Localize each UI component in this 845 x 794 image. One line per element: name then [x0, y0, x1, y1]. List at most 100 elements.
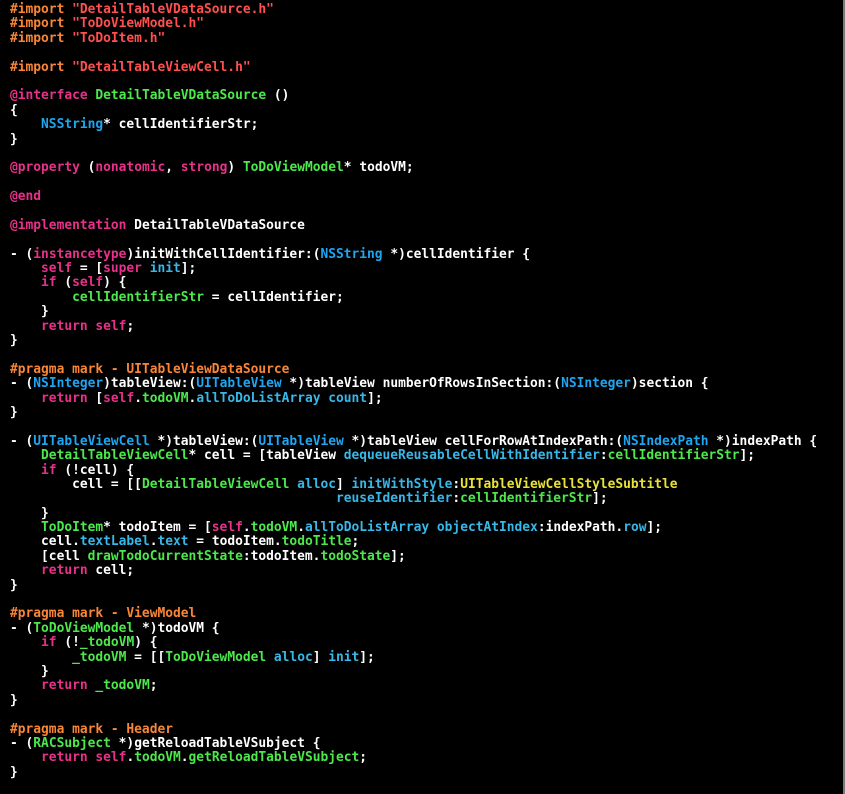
- code-token-class: ToDoViewModel: [165, 649, 267, 665]
- code-token-string: "DetailTableViewCell.h": [72, 59, 251, 75]
- code-token-method: row: [623, 520, 647, 536]
- code-token-type: UITableView: [196, 376, 282, 392]
- code-token-type: NSString: [320, 246, 383, 262]
- code-line: return self.todoVM.getReloadTableVSubjec…: [10, 751, 817, 765]
- code-token-plain: :indexPath.: [537, 520, 624, 536]
- code-token-keyword: self: [72, 275, 104, 291]
- code-token-plain: *)cellIdentifier {: [382, 246, 531, 262]
- code-line: return self;: [10, 318, 817, 334]
- code-line: }: [10, 664, 817, 679]
- code-token-member: drawTodoCurrentState: [87, 548, 243, 564]
- code-token-plain: .: [180, 750, 189, 766]
- code-line: _todoVM = [[ToDoViewModel alloc] init];: [10, 649, 817, 665]
- code-token-plain: *)todoVM {: [134, 620, 220, 636]
- code-token-class: ToDoItem: [41, 520, 104, 536]
- code-editor[interactable]: #import "DetailTableVDataSource.h" #impor…: [0, 0, 845, 794]
- code-token-pragma: #pragma mark - UITableViewDataSource: [10, 361, 290, 377]
- code-token-plain: }: [10, 692, 18, 708]
- code-token-plain: ;: [126, 318, 135, 334]
- code-token-plain: * todoVM;: [343, 160, 414, 176]
- code-token-plain: cell.: [10, 534, 80, 550]
- code-line: }: [10, 692, 817, 708]
- code-token-plain: = [[: [126, 649, 166, 665]
- code-token-plain: ];: [367, 390, 383, 406]
- code-token-class: ToDoViewModel: [242, 160, 344, 176]
- code-token-member: todoTitle: [281, 534, 352, 550]
- code-token-plain: }: [10, 304, 49, 320]
- code-line: self = [super init];: [10, 261, 817, 277]
- code-token-directive: #import: [10, 30, 73, 46]
- code-token-method: textLabel: [79, 534, 150, 550]
- code-token-type: NSInteger: [561, 376, 631, 392]
- code-token-method: reuseIdentifier: [335, 491, 453, 507]
- code-line: return _todoVM;: [10, 679, 817, 693]
- code-token-keyword: return: [41, 750, 88, 766]
- code-line: - (UITableViewCell *)tableView:(UITableV…: [10, 433, 817, 449]
- code-line: if (!cell) {: [10, 462, 817, 478]
- code-token-plain: }: [10, 505, 49, 521]
- code-line: #import "ToDoItem.h": [10, 30, 817, 46]
- code-token-directive: #import: [10, 2, 73, 17]
- code-token-keyword: self: [41, 261, 73, 277]
- code-token-method: alloc: [297, 476, 336, 492]
- code-token-method: initWithStyle: [351, 476, 453, 492]
- code-token-member: todoVM: [141, 390, 189, 406]
- code-token-keyword: return: [41, 390, 88, 406]
- code-line: - (RACSubject *)getReloadTableVSubject {: [10, 736, 817, 751]
- code-token-directive: #import: [10, 59, 73, 75]
- code-token-keyword: @end: [10, 189, 42, 205]
- code-token-string: "DetailTableVDataSource.h": [72, 2, 274, 17]
- code-token-keyword: self: [211, 520, 243, 536]
- code-line: if (self) {: [10, 276, 817, 290]
- code-token-plain: *)tableView cellForRowAtIndexPath:(: [343, 433, 624, 449]
- code-token-plain: = cellIdentifier;: [204, 289, 344, 305]
- code-line: }: [10, 132, 817, 147]
- code-token-plain: *)tableView:(: [149, 433, 259, 449]
- code-line: - (NSInteger)tableView:(UITableView *)ta…: [10, 376, 817, 392]
- code-line: DetailTableViewCell* cell = [tableView d…: [10, 448, 817, 464]
- code-token-type: UITableViewCell: [33, 433, 150, 449]
- code-token-pragma: #pragma mark - Header: [10, 721, 173, 737]
- code-token-type: NSInteger: [33, 376, 104, 392]
- code-token-plain: (!cell) {: [56, 462, 135, 478]
- code-token-plain: :: [599, 448, 608, 464]
- code-token-plain: cell;: [87, 563, 135, 579]
- code-token-keyword: self: [95, 750, 127, 766]
- code-token-keyword: super: [103, 261, 142, 277]
- code-token-keyword: return: [41, 678, 88, 694]
- code-line: @implementation DetailTableVDataSource: [10, 217, 817, 233]
- code-token-plain: - (: [10, 376, 34, 392]
- code-token-plain: * cellIdentifierStr;: [103, 117, 259, 133]
- code-line: if (!_todoVM) {: [10, 635, 817, 650]
- code-line: @property (nonatomic, strong) ToDoViewMo…: [10, 161, 817, 175]
- code-token-plain: )initWithCellIdentifier:(: [126, 246, 321, 262]
- code-token-plain: (: [79, 160, 96, 176]
- code-token-string: "ToDoViewModel.h": [72, 16, 205, 32]
- code-token-plain: DetailTableVDataSource: [126, 217, 305, 233]
- code-line: cellIdentifierStr = cellIdentifier;: [10, 289, 817, 305]
- code-token-plain: ];: [180, 261, 197, 277]
- code-token-keyword: nonatomic: [95, 160, 166, 176]
- code-token-member: cellIdentifierStr: [460, 491, 593, 507]
- code-token-plain: (: [56, 275, 73, 291]
- code-token-plain: .: [297, 520, 305, 536]
- code-token-constant: UITableViewCellStyleSubtitle: [460, 476, 678, 492]
- source-code[interactable]: #import "DetailTableVDataSource.h" #impor…: [10, 2, 817, 780]
- code-line: cell = [[DetailTableViewCell alloc] init…: [10, 476, 817, 492]
- code-line: }: [10, 765, 817, 780]
- code-token-type: NSString: [41, 117, 104, 133]
- code-line: }: [10, 333, 817, 348]
- code-token-plain: * todoItem = [: [103, 520, 212, 536]
- code-token-member: todoVM: [250, 520, 298, 536]
